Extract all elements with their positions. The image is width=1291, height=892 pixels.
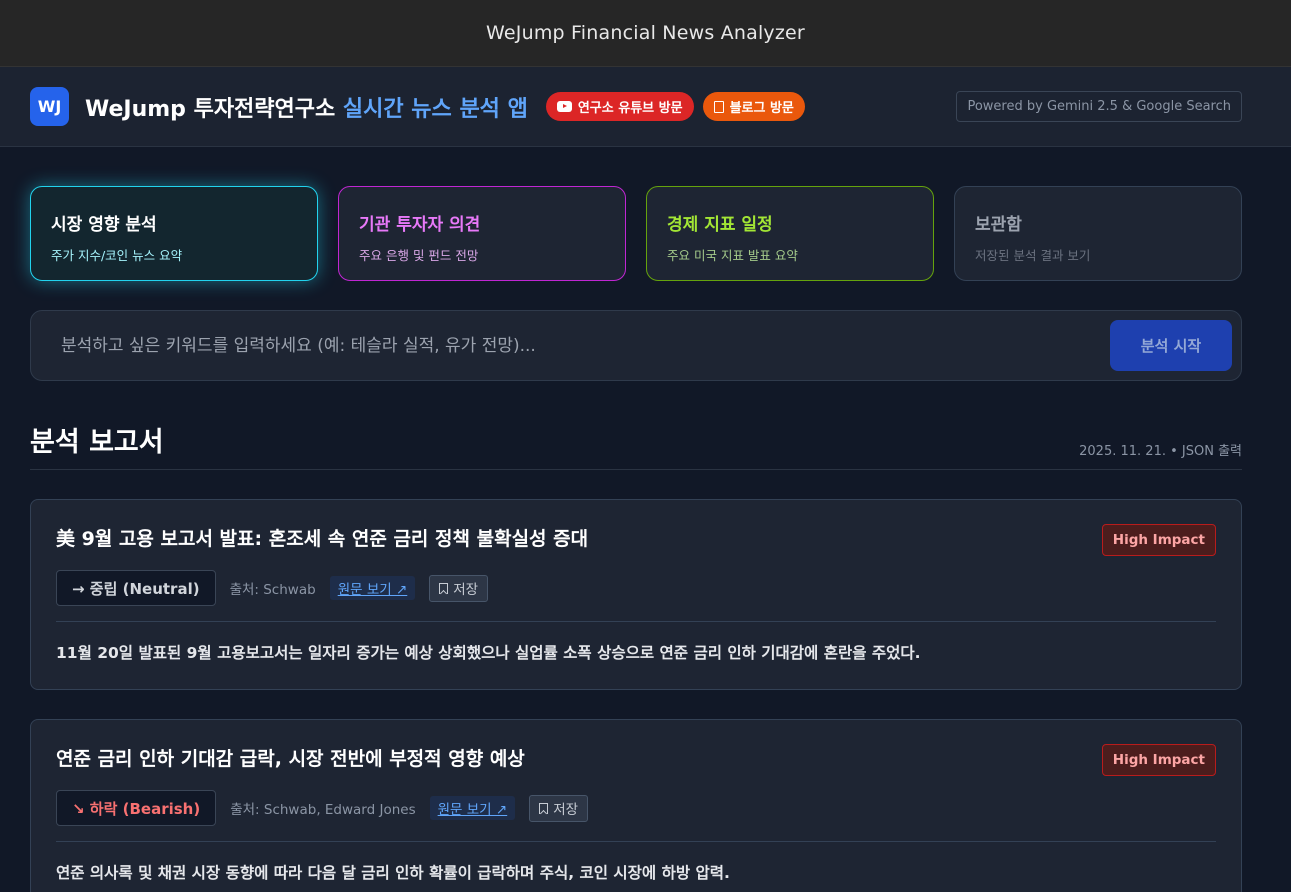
card-subtitle: 주요 미국 지표 발표 요약 xyxy=(667,248,798,263)
bookmark-icon xyxy=(439,582,449,594)
report-meta-row: ↘ 하락 (Bearish) 출처: Schwab, Edward Jones … xyxy=(56,790,589,826)
app-logo: WJ xyxy=(30,87,69,126)
card-title: 보관함 xyxy=(975,215,1022,235)
report-title: 美 9월 고용 보고서 발표: 혼조세 속 연준 금리 정책 불확실성 증대 xyxy=(56,528,589,550)
sentiment-badge: ↘ 하락 (Bearish) xyxy=(56,790,217,826)
document-icon xyxy=(713,100,724,113)
report-card: 연준 금리 인하 기대감 급락, 시장 전반에 부정적 영향 예상 High I… xyxy=(30,719,1242,892)
report-summary: 11월 20일 발표된 9월 고용보고서는 일자리 증가는 예상 상회했으나 실… xyxy=(56,644,921,662)
report-summary: 연준 의사록 및 채권 시장 동향에 따라 다음 달 금리 인하 확률이 급락하… xyxy=(56,864,730,882)
start-analysis-button[interactable]: 분석 시작 xyxy=(1110,320,1232,371)
card-title: 시장 영향 분석 xyxy=(51,215,157,235)
divider xyxy=(56,621,1216,622)
card-title: 기관 투자자 의견 xyxy=(359,215,481,235)
card-subtitle: 주가 지수/코인 뉴스 요약 xyxy=(51,248,183,263)
category-card-institutional-opinion[interactable]: 기관 투자자 의견 주요 은행 및 펀드 전망 xyxy=(338,186,626,281)
report-title: 연준 금리 인하 기대감 급락, 시장 전반에 부정적 영향 예상 xyxy=(56,748,525,770)
window-title-bar: WeJump Financial News Analyzer xyxy=(0,0,1291,67)
view-original-link[interactable]: 원문 보기 ↗ xyxy=(429,796,516,820)
category-card-market-impact[interactable]: 시장 영향 분석 주가 지수/코인 뉴스 요약 xyxy=(30,186,318,281)
app-title-main: WeJump 투자전략연구소 xyxy=(85,96,343,122)
category-card-saved[interactable]: 보관함 저장된 분석 결과 보기 xyxy=(954,186,1242,281)
card-subtitle: 주요 은행 및 펀드 전망 xyxy=(359,248,479,263)
report-section-header: 분석 보고서 2025. 11. 21. • JSON 출력 xyxy=(30,420,1242,470)
category-cards: 시장 영향 분석 주가 지수/코인 뉴스 요약 기관 투자자 의견 주요 은행 … xyxy=(30,186,1242,281)
keyword-search-input[interactable] xyxy=(49,321,1099,371)
powered-by-badge: Powered by Gemini 2.5 & Google Search xyxy=(956,91,1242,122)
impact-badge: High Impact xyxy=(1101,524,1216,556)
save-label: 저장 xyxy=(553,802,579,818)
search-bar: 분석 시작 xyxy=(30,310,1242,381)
app-title: WeJump 투자전략연구소 실시간 뉴스 분석 앱 xyxy=(85,91,528,123)
youtube-visit-button[interactable]: 연구소 유튜브 방문 xyxy=(545,92,694,121)
app-title-accent: 실시간 뉴스 분석 앱 xyxy=(342,96,528,122)
view-original-link[interactable]: 원문 보기 ↗ xyxy=(329,576,416,600)
report-source: 출처: Schwab, Edward Jones xyxy=(230,802,416,818)
sentiment-badge: → 중립 (Neutral) xyxy=(56,570,216,606)
youtube-visit-label: 연구소 유튜브 방문 xyxy=(577,101,683,116)
app-header: WJ WeJump 투자전략연구소 실시간 뉴스 분석 앱 연구소 유튜브 방문… xyxy=(0,67,1291,147)
report-section-title: 분석 보고서 xyxy=(30,427,164,458)
category-card-economic-calendar[interactable]: 경제 지표 일정 주요 미국 지표 발표 요약 xyxy=(646,186,934,281)
save-button[interactable]: 저장 xyxy=(529,794,589,822)
save-button[interactable]: 저장 xyxy=(429,574,489,602)
window-title: WeJump Financial News Analyzer xyxy=(486,22,805,44)
report-card: 美 9월 고용 보고서 발표: 혼조세 속 연준 금리 정책 불확실성 증대 H… xyxy=(30,499,1242,690)
card-title: 경제 지표 일정 xyxy=(667,215,773,235)
bookmark-icon xyxy=(539,802,549,814)
report-meta-row: → 중립 (Neutral) 출처: Schwab 원문 보기 ↗ 저장 xyxy=(56,570,489,606)
impact-badge: High Impact xyxy=(1101,744,1216,776)
divider xyxy=(56,841,1216,842)
card-subtitle: 저장된 분석 결과 보기 xyxy=(975,248,1091,263)
save-label: 저장 xyxy=(453,582,479,598)
report-section-meta: 2025. 11. 21. • JSON 출력 xyxy=(1079,444,1242,459)
blog-visit-button[interactable]: 블로그 방문 xyxy=(702,92,805,121)
youtube-icon xyxy=(556,101,572,112)
blog-visit-label: 블로그 방문 xyxy=(729,101,794,116)
report-source: 출처: Schwab xyxy=(229,582,316,598)
